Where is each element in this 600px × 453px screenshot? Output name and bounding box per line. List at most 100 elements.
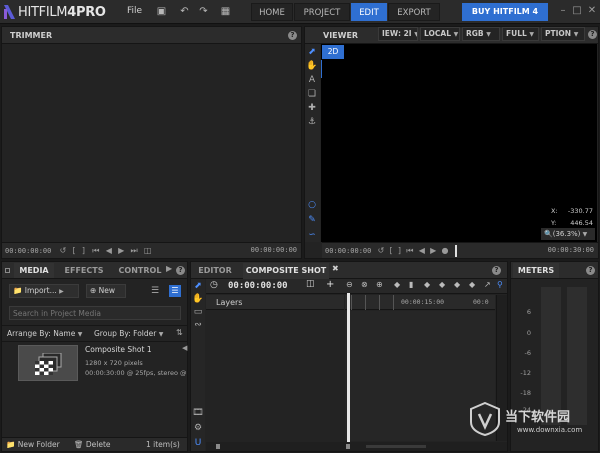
redo-icon[interactable]: ↷ <box>197 5 210 18</box>
viewer-playhead[interactable] <box>454 245 457 257</box>
bars-icon[interactable]: ▮ <box>409 280 413 289</box>
linear-icon[interactable]: ◆ <box>469 280 475 289</box>
search-media-input[interactable] <box>9 306 181 320</box>
play-icon[interactable]: ▶ <box>118 246 124 255</box>
viewer-help-icon[interactable]: ? <box>588 30 597 39</box>
text-tool-icon[interactable]: A <box>306 74 318 86</box>
save-icon[interactable]: ▣ <box>155 5 168 18</box>
in-point-icon[interactable]: [ <box>73 246 76 255</box>
delete-button[interactable]: 🗑 Delete <box>74 438 111 451</box>
group-by-dropdown[interactable]: Group By: Folder ▼ <box>94 329 163 338</box>
options-dropdown[interactable]: PTION ▼ <box>541 27 585 41</box>
viewer-in-icon[interactable]: [ <box>390 246 393 255</box>
move-tool-icon[interactable]: ✚ <box>306 102 318 114</box>
editor-select-icon[interactable]: ⬈ <box>192 280 204 292</box>
viewer-go-start-icon[interactable]: ⏮ <box>406 246 413 255</box>
ruler-label-15s: 00:00:15:00 <box>401 298 445 306</box>
editor-magnet-icon[interactable]: U <box>192 437 204 449</box>
viewer-step-back-icon[interactable]: ◀ <box>419 246 425 255</box>
go-end-icon[interactable]: ⏭ <box>130 246 137 255</box>
keyframe-icon[interactable]: ⊗ <box>361 280 368 289</box>
editor-curve-icon[interactable]: ∾ <box>192 319 204 331</box>
zoom-tool-icon[interactable]: ○ <box>306 199 318 211</box>
new-button[interactable]: ⊕ New <box>86 284 126 298</box>
list-view-icon[interactable]: ☰ <box>151 286 159 296</box>
close-tab-icon[interactable]: ✖ <box>332 264 339 273</box>
hold-icon[interactable]: ◆ <box>454 280 460 289</box>
media-help-icon[interactable]: ? <box>176 266 185 275</box>
new-folder-button[interactable]: 📁 New Folder <box>6 438 60 451</box>
editor-slice-icon[interactable]: ▭ <box>192 306 204 318</box>
media-item-name: Composite Shot 1 <box>85 345 152 354</box>
tab-media[interactable]: MEDIA <box>14 263 54 278</box>
transform-tool-icon[interactable]: ❏ <box>306 88 318 100</box>
meters-help-icon[interactable]: ? <box>586 266 595 275</box>
ease-in-icon[interactable]: ◆ <box>424 280 430 289</box>
bezier-tool-icon[interactable]: ∽ <box>306 229 318 241</box>
new-layer-icon[interactable]: ◫ <box>306 279 315 289</box>
editor-help-icon[interactable]: ? <box>492 266 501 275</box>
pen-tool-icon[interactable]: ✎ <box>306 214 318 226</box>
out-point-icon[interactable]: ] <box>82 246 85 255</box>
graph-icon[interactable]: ↗ <box>484 280 491 289</box>
minimize-icon[interactable]: – <box>556 4 570 18</box>
viewer-canvas[interactable]: 2D X: -330.77 Y: 446.54 🔍(36.3%) ▼ <box>321 44 597 242</box>
tab-home[interactable]: HOME <box>251 3 293 21</box>
loop-icon[interactable]: ↺ <box>60 246 67 255</box>
import-button[interactable]: 📁 Import... ▶ <box>9 284 79 298</box>
diamond-icon[interactable]: ◆ <box>394 280 400 289</box>
local-dropdown[interactable]: LOCAL ▼ <box>420 27 460 41</box>
hand-tool-icon[interactable]: ✋ <box>306 60 318 72</box>
viewer-play-icon[interactable]: ▶ <box>430 246 436 255</box>
go-start-icon[interactable]: ⏮ <box>92 246 99 255</box>
undo-icon[interactable]: ↶ <box>178 5 191 18</box>
layers-list[interactable] <box>206 311 344 441</box>
sort-order-icon[interactable]: ⇅ <box>176 328 183 337</box>
badge-2d[interactable]: 2D <box>322 45 344 59</box>
viewer-stop-icon[interactable]: ● <box>441 246 448 255</box>
editor-toolbar: ⬈ ✋ ▭ ∾ 🎞 ⚙ U <box>191 279 205 451</box>
anchor-tool-icon[interactable]: ⚓ <box>306 116 318 128</box>
editor-hscrollbar[interactable] <box>206 442 507 451</box>
close-icon[interactable]: ✕ <box>585 4 599 18</box>
trimmer-help-icon[interactable]: ? <box>288 31 297 40</box>
tab-export[interactable]: EXPORT <box>388 3 440 21</box>
prev-keyframe-icon[interactable]: ⊖ <box>346 280 353 289</box>
add-layer-icon[interactable]: + <box>326 279 334 290</box>
tab-edit[interactable]: EDIT <box>351 3 387 21</box>
maximize-icon[interactable]: □ <box>570 4 584 18</box>
full-dropdown[interactable]: FULL ▼ <box>502 27 539 41</box>
select-tool-icon[interactable]: ⬈ <box>306 46 318 58</box>
insert-icon[interactable]: ◫ <box>144 246 152 255</box>
file-menu[interactable]: File <box>127 6 142 16</box>
grid-icon[interactable]: ▦ <box>219 5 232 18</box>
viewer-loop-icon[interactable]: ↺ <box>378 246 385 255</box>
editor-settings-icon[interactable]: ⚙ <box>192 422 204 434</box>
ease-out-icon[interactable]: ◆ <box>439 280 445 289</box>
editor-hand-icon[interactable]: ✋ <box>192 293 204 305</box>
tab-scroll-right-icon[interactable]: ▶ <box>166 264 172 273</box>
next-keyframe-icon[interactable]: ⊕ <box>376 280 383 289</box>
meters-title[interactable]: METERS <box>513 263 559 278</box>
viewer-toolbar: ⬈ ✋ A ❏ ✚ ⚓ ○ ✎ ∽ <box>305 44 320 242</box>
tab-editor[interactable]: EDITOR <box>197 263 233 278</box>
editor-film-icon[interactable]: 🎞 <box>192 407 204 419</box>
tab-project[interactable]: PROJECT <box>294 3 350 21</box>
zoom-timeline-icon[interactable]: ⚲ <box>497 280 503 289</box>
buy-button[interactable]: BUY HITFILM 4 PRO <box>462 3 548 34</box>
view-dropdown[interactable]: IEW: 2I ▼ <box>378 27 418 41</box>
media-item-arrow-icon[interactable]: ◀ <box>182 344 187 352</box>
step-back-icon[interactable]: ◀ <box>106 246 112 255</box>
viewer-out-icon[interactable]: ] <box>398 246 401 255</box>
tab-effects[interactable]: EFFECTS <box>59 263 109 278</box>
timeline-playhead[interactable] <box>347 293 350 443</box>
editor-timecode[interactable]: 00:00:00:00 <box>228 281 288 291</box>
rgb-dropdown[interactable]: RGB ▼ <box>462 27 500 41</box>
panel-menu-icon[interactable] <box>5 268 10 273</box>
zoom-dropdown[interactable]: 🔍(36.3%) ▼ <box>541 228 595 240</box>
detail-view-icon[interactable]: ☰ <box>169 285 181 297</box>
arrange-by-dropdown[interactable]: Arrange By: Name ▼ <box>7 329 82 338</box>
timeline-ruler[interactable]: 00:00:15:00 00:0 <box>345 295 495 310</box>
tab-controls[interactable]: CONTROL <box>116 263 164 278</box>
media-item[interactable]: Composite Shot 1 1280 x 720 pixels 00:00… <box>2 342 187 384</box>
